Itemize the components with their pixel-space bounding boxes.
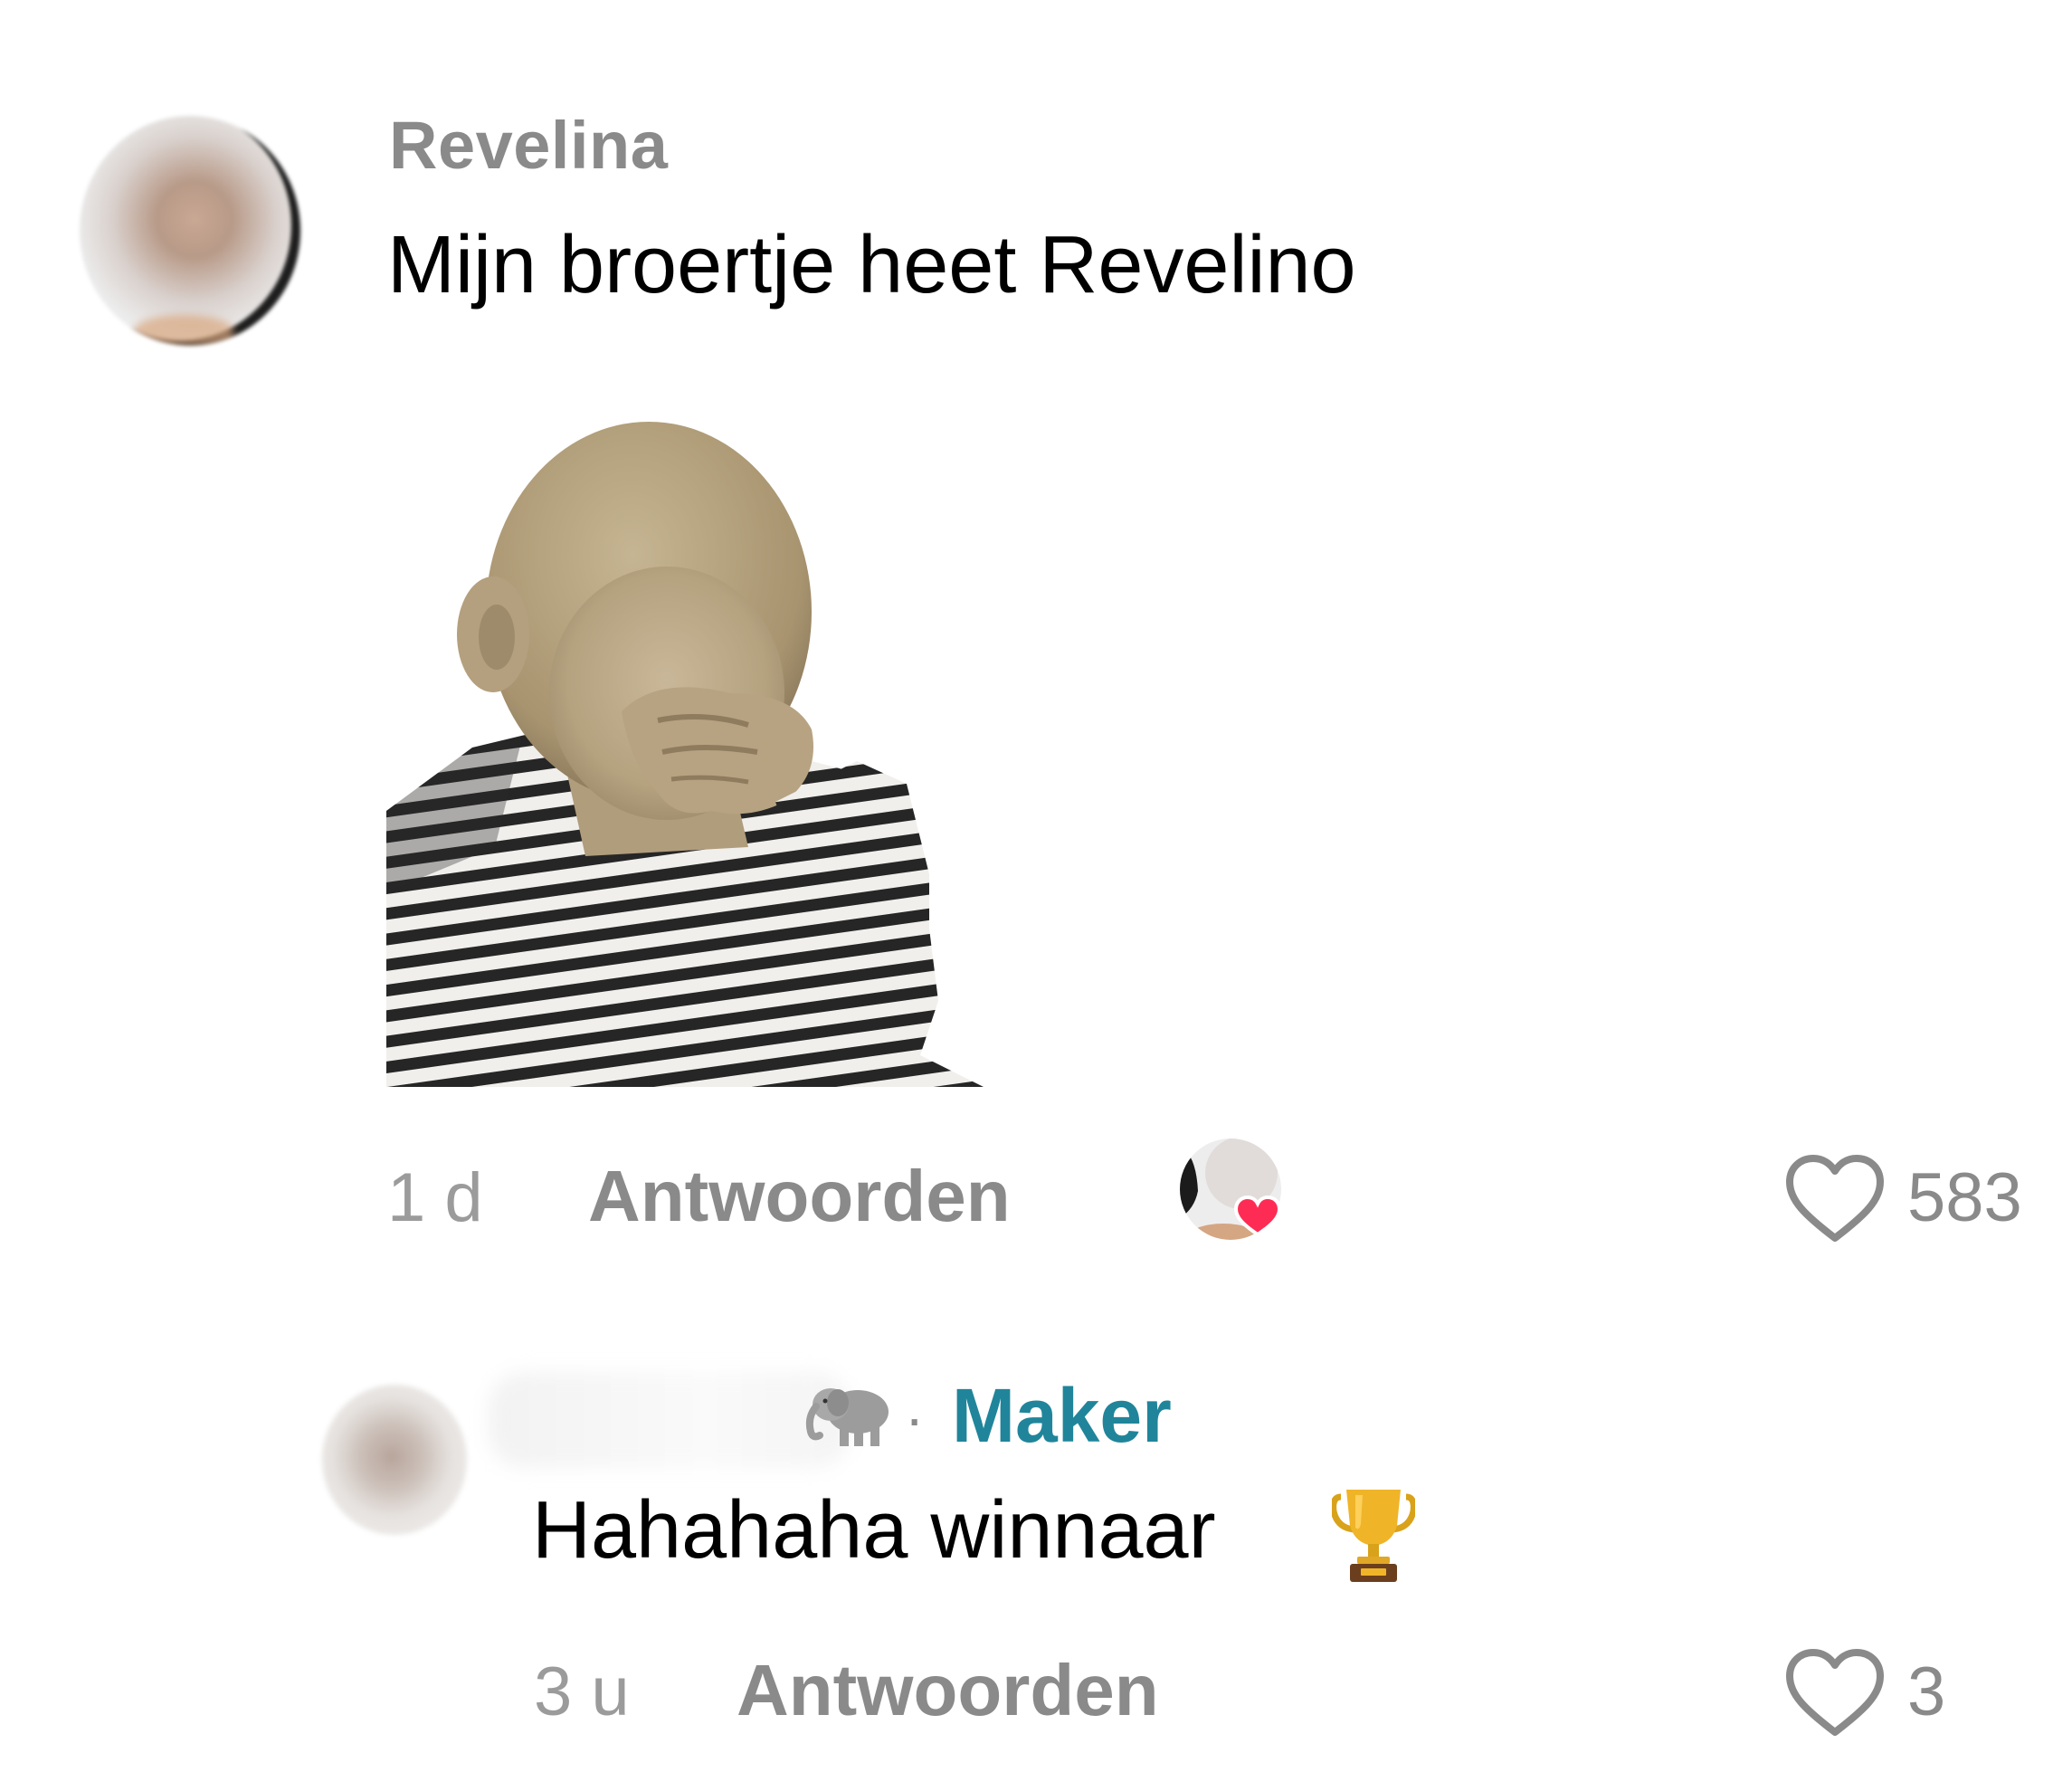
reply-reply-button[interactable]: Antwoorden [737,1649,1159,1732]
elephant-icon [805,1388,889,1446]
reply-avatar[interactable] [322,1385,467,1535]
trophy-icon [1332,1490,1415,1582]
like-heart-icon[interactable] [1782,1645,1887,1739]
reply-username-redacted[interactable] [489,1372,851,1468]
baby-facepalm-sticker [386,422,984,1087]
comment-author[interactable]: Revelina [389,107,668,184]
reply-button[interactable]: Antwoorden [588,1155,1011,1238]
creator-badge: Maker [952,1373,1172,1458]
creator-liked-icon [1180,1138,1282,1240]
reply-like-count: 3 [1907,1653,1946,1730]
like-heart-icon[interactable] [1782,1151,1887,1245]
like-count: 583 [1907,1159,2022,1236]
comment-time: 1 d [387,1159,483,1236]
comment-text: Mijn broertje heet Revelino [387,220,1356,310]
reply-time: 3 u [534,1653,630,1730]
separator-dot: · [905,1386,925,1451]
reply-text: Hahahaha winnaar [532,1485,1216,1576]
avatar[interactable] [80,116,300,346]
